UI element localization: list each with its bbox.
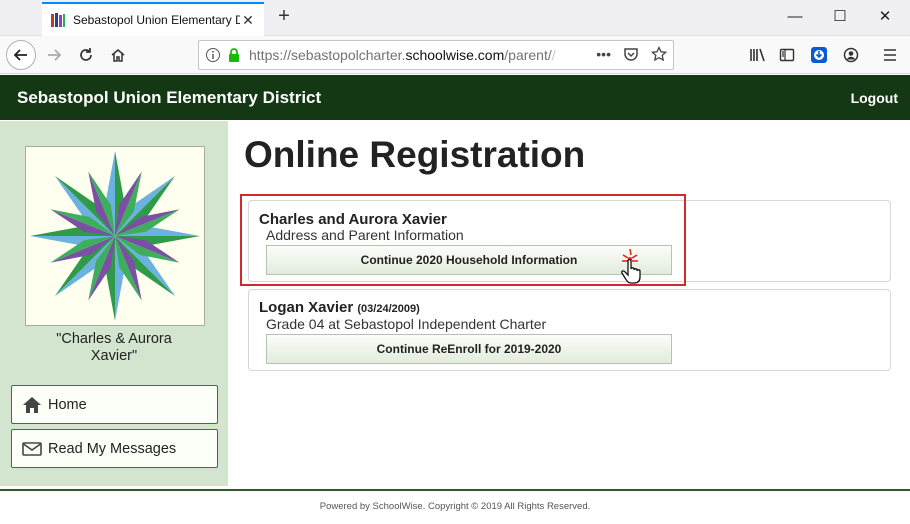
reload-button[interactable] <box>72 41 100 69</box>
star-quilt-logo <box>25 146 205 326</box>
maximize-button[interactable]: ☐ <box>825 5 855 29</box>
family-caption: "Charles & Aurora Xavier" <box>0 331 228 365</box>
logout-link[interactable]: Logout <box>851 90 898 106</box>
browser-tab-bar: Sebastopol Union Elementary D ✕ + — ☐ ✕ <box>0 0 910 36</box>
student-dob: (03/24/2009) <box>357 303 420 315</box>
downloads-button[interactable] <box>805 41 833 69</box>
sidebar-item-home[interactable]: Home <box>11 385 218 424</box>
library-icon <box>750 48 765 62</box>
url-suffix: /parent/ <box>504 47 552 63</box>
envelope-icon <box>22 441 42 456</box>
star-quilt-icon <box>30 151 200 321</box>
site-title: Sebastopol Union Elementary District <box>17 87 322 107</box>
back-icon <box>13 49 27 61</box>
browser-toolbar: https://sebastopolcharter. schoolwise.com… <box>0 36 910 74</box>
new-tab-button[interactable]: + <box>272 5 296 29</box>
minimize-button[interactable]: — <box>780 5 810 29</box>
lock-icon <box>229 48 239 62</box>
caption-line-1: "Charles & Aurora <box>56 331 172 347</box>
account-icon <box>843 47 859 63</box>
forward-icon <box>48 49 62 61</box>
sidebar-toggle-button[interactable] <box>773 41 801 69</box>
card-subtitle: Grade 04 at Sebastopol Independent Chart… <box>266 316 547 332</box>
continue-reenroll-button[interactable]: Continue ReEnroll for 2019-2020 <box>266 334 672 364</box>
url-trail: / <box>551 47 556 63</box>
url-actions: ••• <box>596 46 667 62</box>
home-button[interactable] <box>104 41 132 69</box>
close-window-button[interactable]: ✕ <box>870 5 900 29</box>
sidebar-item-messages[interactable]: Read My Messages <box>11 429 218 468</box>
card-name-text: Logan Xavier <box>259 299 354 316</box>
sidebar-item-label: Home <box>48 396 87 413</box>
sidebar: "Charles & Aurora Xavier" Home Read My M… <box>0 121 228 486</box>
card-name: Logan Xavier (03/24/2009) <box>259 299 420 316</box>
url-domain: schoolwise.com <box>405 47 505 63</box>
browser-tab[interactable]: Sebastopol Union Elementary D ✕ <box>42 2 264 36</box>
more-icon[interactable]: ••• <box>596 46 611 62</box>
reload-icon <box>80 48 92 61</box>
info-icon <box>206 48 220 62</box>
menu-button[interactable] <box>876 41 904 69</box>
forward-button[interactable] <box>40 41 68 69</box>
home-icon <box>23 396 41 413</box>
sidebar-item-label: Read My Messages <box>48 440 177 457</box>
tab-title: Sebastopol Union Elementary D <box>73 13 240 27</box>
site-header: Sebastopol Union Elementary District Log… <box>0 75 910 120</box>
hand-cursor-icon <box>621 248 641 284</box>
menu-icon <box>884 49 896 61</box>
page-title: Online Registration <box>244 134 586 175</box>
star-icon[interactable] <box>651 46 667 62</box>
url-bar[interactable]: https://sebastopolcharter. schoolwise.com… <box>198 40 674 70</box>
pocket-icon[interactable] <box>623 46 639 62</box>
site-favicon-icon <box>51 13 65 27</box>
sidebar-icon <box>779 48 795 62</box>
download-icon <box>811 47 827 63</box>
home-icon <box>111 49 125 62</box>
student-card: Logan Xavier (03/24/2009) Grade 04 at Se… <box>248 289 891 371</box>
url-prefix: https://sebastopolcharter. <box>249 47 406 63</box>
caption-line-2: Xavier" <box>90 348 138 364</box>
footer: Powered by SchoolWise. Copyright © 2019 … <box>0 489 910 524</box>
library-button[interactable] <box>744 41 772 69</box>
account-button[interactable] <box>837 41 865 69</box>
back-button[interactable] <box>6 40 36 70</box>
tab-close-icon[interactable]: ✕ <box>240 12 256 29</box>
